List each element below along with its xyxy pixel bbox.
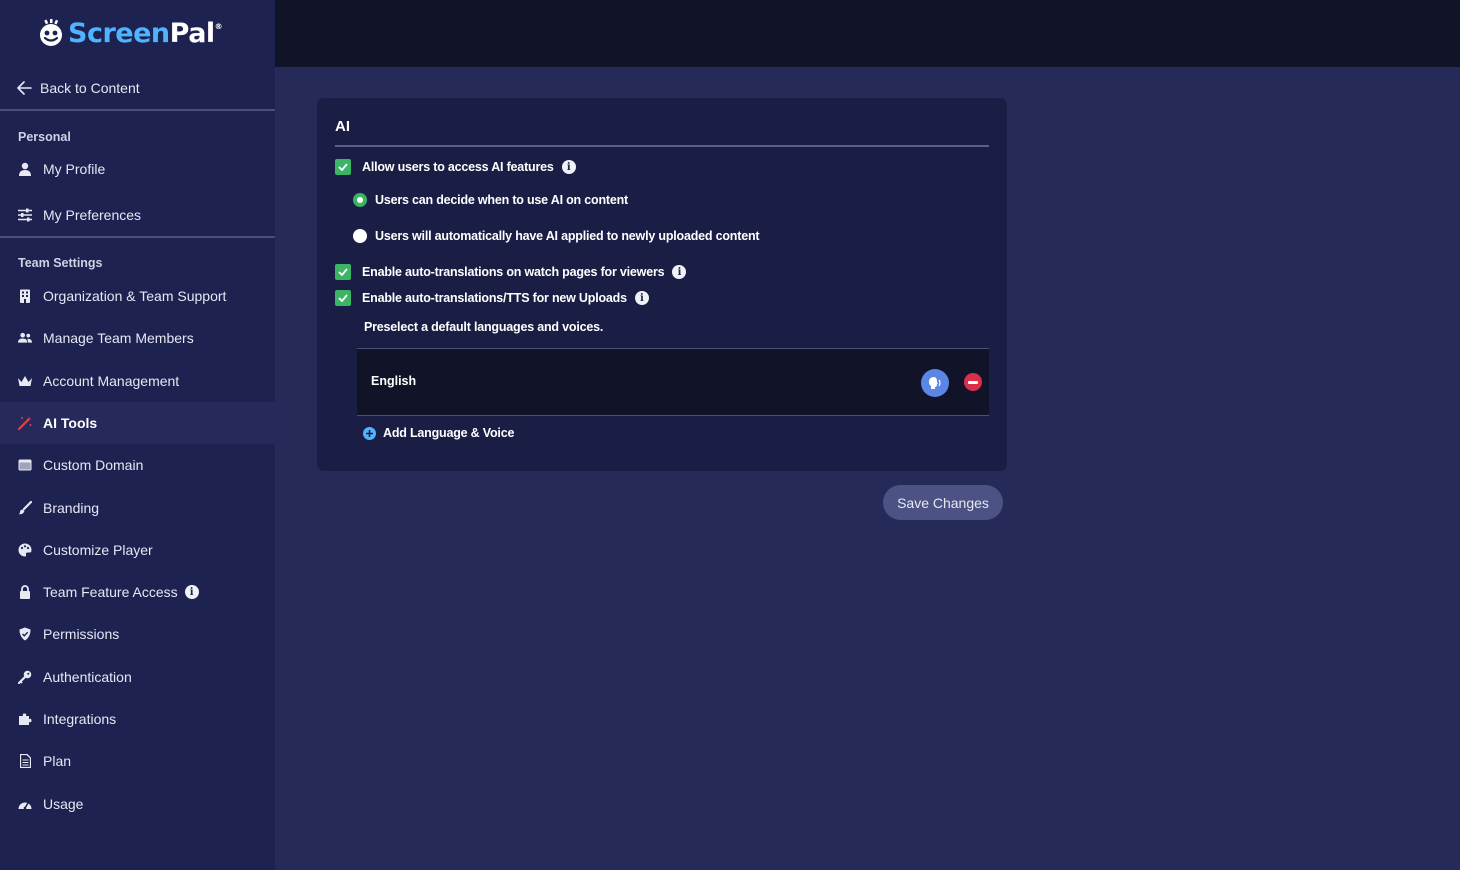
sidebar-item-label: My Preferences (43, 207, 142, 223)
radio-decide-row: Users can decide when to use AI on conte… (353, 193, 628, 207)
sidebar-item-authentication[interactable]: Authentication (0, 656, 275, 698)
radio-auto-label: Users will automatically have AI applied… (375, 229, 760, 243)
auto-translate-uploads-row: Enable auto-translations/TTS for new Upl… (335, 290, 649, 306)
team-settings-section-title: Team Settings (18, 256, 103, 270)
auto-translate-uploads-checkbox[interactable] (335, 290, 351, 306)
sidebar-item-plan[interactable]: Plan (0, 740, 275, 782)
logo-pal: Pal (169, 17, 216, 49)
auto-translate-uploads-label: Enable auto-translations/TTS for new Upl… (362, 291, 627, 305)
palette-icon (18, 543, 32, 557)
logo-screen: Screen (68, 17, 170, 49)
auto-translate-watch-label: Enable auto-translations on watch pages … (362, 265, 665, 279)
sidebar-item-customize-player[interactable]: Customize Player (0, 529, 275, 571)
add-language-label: Add Language & Voice (383, 426, 515, 440)
info-icon[interactable]: i (672, 265, 687, 279)
allow-ai-label: Allow users to access AI features (362, 160, 554, 174)
sidebar-item-label: Team Feature Access (43, 584, 178, 600)
sidebar-item-ai-tools[interactable]: AI Tools (0, 402, 275, 444)
building-icon (18, 289, 32, 303)
gauge-icon (18, 797, 32, 811)
sidebar-item-my-preferences[interactable]: My Preferences (0, 194, 275, 236)
remove-language-button[interactable] (964, 373, 982, 391)
back-label: Back to Content (40, 80, 140, 96)
sidebar-divider (0, 109, 275, 111)
sidebar-item-label: AI Tools (43, 415, 98, 431)
lock-icon (18, 585, 32, 599)
sidebar-item-integrations[interactable]: Integrations (0, 698, 275, 740)
sidebar-item-team-feature-access[interactable]: Team Feature Access i (0, 571, 275, 613)
radio-auto[interactable] (353, 229, 367, 243)
sidebar-item-label: Account Management (43, 373, 180, 389)
ai-settings-card: AI Allow users to access AI features i U… (317, 98, 1007, 471)
radio-auto-row: Users will automatically have AI applied… (353, 229, 760, 243)
auto-translate-watch-checkbox[interactable] (335, 264, 351, 280)
radio-decide-label: Users can decide when to use AI on conte… (375, 193, 628, 207)
info-icon[interactable]: i (634, 291, 649, 305)
sidebar-item-usage[interactable]: Usage (0, 783, 275, 825)
shield-icon (18, 627, 32, 641)
info-icon[interactable]: i (561, 160, 576, 174)
crown-icon (18, 374, 32, 388)
sidebar-item-label: Customize Player (43, 542, 153, 558)
sidebar-item-label: Plan (43, 753, 72, 769)
top-bar (275, 0, 1460, 67)
logo-wordmark: ScreenPal® (68, 17, 223, 49)
language-row: English (357, 348, 989, 416)
personal-section-title: Personal (18, 130, 71, 144)
registered-mark: ® (214, 21, 223, 31)
plus-circle-icon (363, 426, 376, 440)
preselect-hint: Preselect a default languages and voices… (364, 320, 604, 334)
sidebar-item-label: Branding (43, 500, 100, 516)
card-title: AI (335, 118, 350, 135)
document-icon (18, 754, 32, 768)
save-changes-button[interactable]: Save Changes (883, 485, 1003, 520)
sidebar-item-permissions[interactable]: Permissions (0, 613, 275, 655)
radio-decide[interactable] (353, 193, 367, 207)
magic-wand-icon (18, 416, 32, 430)
key-icon (18, 670, 32, 684)
sidebar-item-account-management[interactable]: Account Management (0, 360, 275, 402)
sidebar-item-label: My Profile (43, 161, 106, 177)
sidebar: ScreenPal® Back to Content Personal My P… (0, 0, 275, 870)
add-language-voice-button[interactable]: Add Language & Voice (363, 426, 514, 440)
sidebar-item-label: Usage (43, 796, 84, 812)
screenpal-logo[interactable]: ScreenPal® (36, 16, 223, 50)
sidebar-item-label: Integrations (43, 711, 117, 727)
sliders-icon (18, 208, 32, 222)
auto-translate-watch-row: Enable auto-translations on watch pages … (335, 264, 687, 280)
window-icon (18, 458, 32, 472)
sidebar-item-organization[interactable]: Organization & Team Support (0, 275, 275, 317)
voice-button[interactable] (921, 369, 949, 397)
users-icon (18, 331, 32, 345)
sidebar-item-label: Custom Domain (43, 457, 144, 473)
sidebar-divider (0, 236, 275, 238)
allow-ai-checkbox[interactable] (335, 159, 351, 175)
screenpal-logo-icon (36, 18, 66, 48)
sidebar-item-label: Manage Team Members (43, 330, 194, 346)
sidebar-item-label: Authentication (43, 669, 132, 685)
info-icon[interactable]: i (184, 585, 199, 599)
brush-icon (18, 501, 32, 515)
puzzle-icon (18, 712, 32, 726)
voice-icon (929, 377, 941, 389)
sidebar-item-manage-team-members[interactable]: Manage Team Members (0, 317, 275, 359)
card-divider (335, 145, 989, 147)
language-name: English (371, 374, 417, 388)
sidebar-item-my-profile[interactable]: My Profile (0, 148, 275, 190)
sidebar-item-branding[interactable]: Branding (0, 487, 275, 529)
user-icon (18, 162, 32, 176)
allow-ai-row: Allow users to access AI features i (335, 159, 576, 175)
sidebar-item-label: Permissions (43, 626, 120, 642)
sidebar-item-label: Organization & Team Support (43, 288, 227, 304)
back-to-content-link[interactable]: Back to Content (17, 76, 140, 100)
arrow-left-icon (17, 81, 32, 95)
sidebar-item-custom-domain[interactable]: Custom Domain (0, 444, 275, 486)
